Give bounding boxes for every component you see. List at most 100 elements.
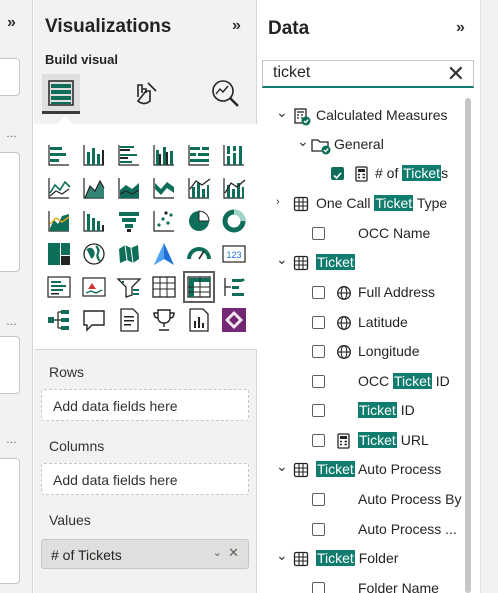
slicer-icon[interactable] xyxy=(116,274,142,300)
columns-drop-zone[interactable]: Add data fields here xyxy=(41,463,249,495)
expand-filters-chevron-icon[interactable]: » xyxy=(7,14,16,32)
table-one-call-ticket-type[interactable]: › One Call Ticket Type xyxy=(258,193,480,217)
chevron-down-icon[interactable]: ⌄ xyxy=(297,133,309,150)
more-options-icon[interactable]: … xyxy=(6,128,18,140)
rows-drop-zone[interactable]: Add data fields here xyxy=(41,389,249,421)
key-influencers-icon[interactable] xyxy=(221,274,247,300)
checkbox[interactable] xyxy=(312,404,325,417)
filled-map-icon[interactable] xyxy=(116,241,142,267)
table-ticket-folder[interactable]: ⌄ Ticket Folder xyxy=(258,547,480,572)
label-text: Full Address xyxy=(358,284,436,300)
map-icon[interactable] xyxy=(81,241,107,267)
filter-card[interactable] xyxy=(0,458,20,584)
field-occ-ticket-id[interactable]: OCC Ticket ID xyxy=(258,371,480,395)
line-stacked-column-icon[interactable] xyxy=(221,175,247,201)
filter-card[interactable] xyxy=(0,58,20,96)
checkbox[interactable] xyxy=(312,375,325,388)
search-match-highlight: Ticket xyxy=(316,550,355,566)
chevron-down-icon[interactable]: ⌄ xyxy=(276,547,288,564)
decomposition-tree-icon[interactable] xyxy=(46,307,72,333)
treemap-icon[interactable] xyxy=(46,241,72,267)
folder-general[interactable]: ⌄ General xyxy=(258,133,480,158)
calculated-measures-table[interactable]: ⌄ Calculated Measures xyxy=(258,104,480,129)
field-auto-process-by[interactable]: Auto Process By xyxy=(258,489,480,513)
checkbox[interactable] xyxy=(312,434,325,447)
funnel-alt-icon[interactable] xyxy=(116,208,142,234)
checkbox[interactable] xyxy=(312,582,325,593)
stacked-column-icon[interactable] xyxy=(81,142,107,168)
kpi-icon[interactable] xyxy=(81,274,107,300)
search-input[interactable] xyxy=(263,61,433,85)
checkbox[interactable] xyxy=(312,316,325,329)
collapse-visualizations-chevron-icon[interactable]: » xyxy=(232,17,241,35)
checkbox[interactable] xyxy=(312,227,325,240)
table-ticket[interactable]: ⌄ Ticket xyxy=(258,251,480,276)
chevron-down-icon[interactable]: ⌄ xyxy=(276,104,288,121)
paginated-report-icon[interactable] xyxy=(186,307,212,333)
clustered-bar-icon[interactable] xyxy=(116,142,142,168)
build-visual-tab[interactable] xyxy=(42,74,80,114)
label-text: OCC xyxy=(358,373,393,389)
pie-chart-icon[interactable] xyxy=(186,208,212,234)
values-field-pill[interactable]: # of Tickets ⌄ ✕ xyxy=(41,539,249,569)
visual-gallery: 123 xyxy=(34,124,257,350)
ribbon-chart-icon[interactable] xyxy=(151,175,177,201)
field-folder-name[interactable]: Folder Name xyxy=(258,578,480,593)
chevron-down-icon[interactable]: ⌄ xyxy=(276,251,288,268)
stacked-bar-icon[interactable] xyxy=(46,142,72,168)
100-stacked-bar-icon[interactable] xyxy=(186,142,212,168)
donut-chart-icon[interactable] xyxy=(221,208,247,234)
search-box[interactable]: ✕ xyxy=(262,60,474,88)
label-text: Auto Process xyxy=(354,461,442,477)
area-chart-icon[interactable] xyxy=(81,175,107,201)
field-num-of-tickets[interactable]: # of Tickets xyxy=(258,163,480,187)
azure-map-icon[interactable] xyxy=(151,241,177,267)
100-stacked-column-icon[interactable] xyxy=(221,142,247,168)
label-text: Auto Process By xyxy=(358,491,462,507)
qa-icon[interactable] xyxy=(81,307,107,333)
multi-row-card-icon[interactable] xyxy=(46,274,72,300)
field-latitude[interactable]: Latitude xyxy=(258,312,480,336)
line-clustered-column-icon[interactable] xyxy=(186,175,212,201)
smart-narrative-icon[interactable] xyxy=(116,307,142,333)
power-apps-icon[interactable] xyxy=(221,307,247,333)
table-icon[interactable] xyxy=(151,274,177,300)
field-ticket-id[interactable]: Ticket ID xyxy=(258,400,480,424)
analytics-tab[interactable] xyxy=(206,74,244,114)
chevron-down-icon[interactable]: ⌄ xyxy=(213,546,222,559)
checkbox[interactable] xyxy=(312,286,325,299)
remove-field-icon[interactable]: ✕ xyxy=(228,545,239,561)
waterfall-icon[interactable] xyxy=(46,208,72,234)
checkbox[interactable] xyxy=(312,523,325,536)
filter-card[interactable] xyxy=(0,336,20,394)
page-scroll-track[interactable] xyxy=(480,0,498,593)
data-pane-scrollbar[interactable] xyxy=(465,98,471,593)
checkbox[interactable] xyxy=(312,345,325,358)
field-occ-name[interactable]: OCC Name xyxy=(258,223,480,247)
field-longitude[interactable]: Longitude xyxy=(258,341,480,365)
matrix-icon[interactable] xyxy=(183,271,215,303)
table-ticket-auto-process[interactable]: ⌄ Ticket Auto Process xyxy=(258,458,480,483)
format-visual-tab[interactable] xyxy=(126,74,164,114)
stacked-area-icon[interactable] xyxy=(116,175,142,201)
checkbox[interactable] xyxy=(312,493,325,506)
scatter-icon[interactable] xyxy=(151,208,177,234)
collapse-data-chevron-icon[interactable]: » xyxy=(456,19,465,37)
metrics-icon[interactable] xyxy=(151,307,177,333)
chevron-right-icon[interactable]: › xyxy=(276,196,280,208)
field-ticket-url[interactable]: Ticket URL xyxy=(258,430,480,454)
filter-card[interactable] xyxy=(0,152,20,272)
label-text: ID xyxy=(396,402,415,418)
card-icon[interactable]: 123 xyxy=(221,241,247,267)
field-auto-process-ellipsis[interactable]: Auto Process ... xyxy=(258,519,480,543)
field-full-address[interactable]: Full Address xyxy=(258,282,480,306)
clear-search-icon[interactable]: ✕ xyxy=(447,62,465,86)
gauge-icon[interactable] xyxy=(186,241,212,267)
funnel-icon[interactable] xyxy=(81,208,107,234)
more-options-icon[interactable]: … xyxy=(6,316,18,328)
chevron-down-icon[interactable]: ⌄ xyxy=(276,458,288,475)
more-options-icon[interactable]: … xyxy=(6,434,18,446)
line-chart-icon[interactable] xyxy=(46,175,72,201)
checkbox-checked[interactable] xyxy=(331,167,344,180)
clustered-column-icon[interactable] xyxy=(151,142,177,168)
